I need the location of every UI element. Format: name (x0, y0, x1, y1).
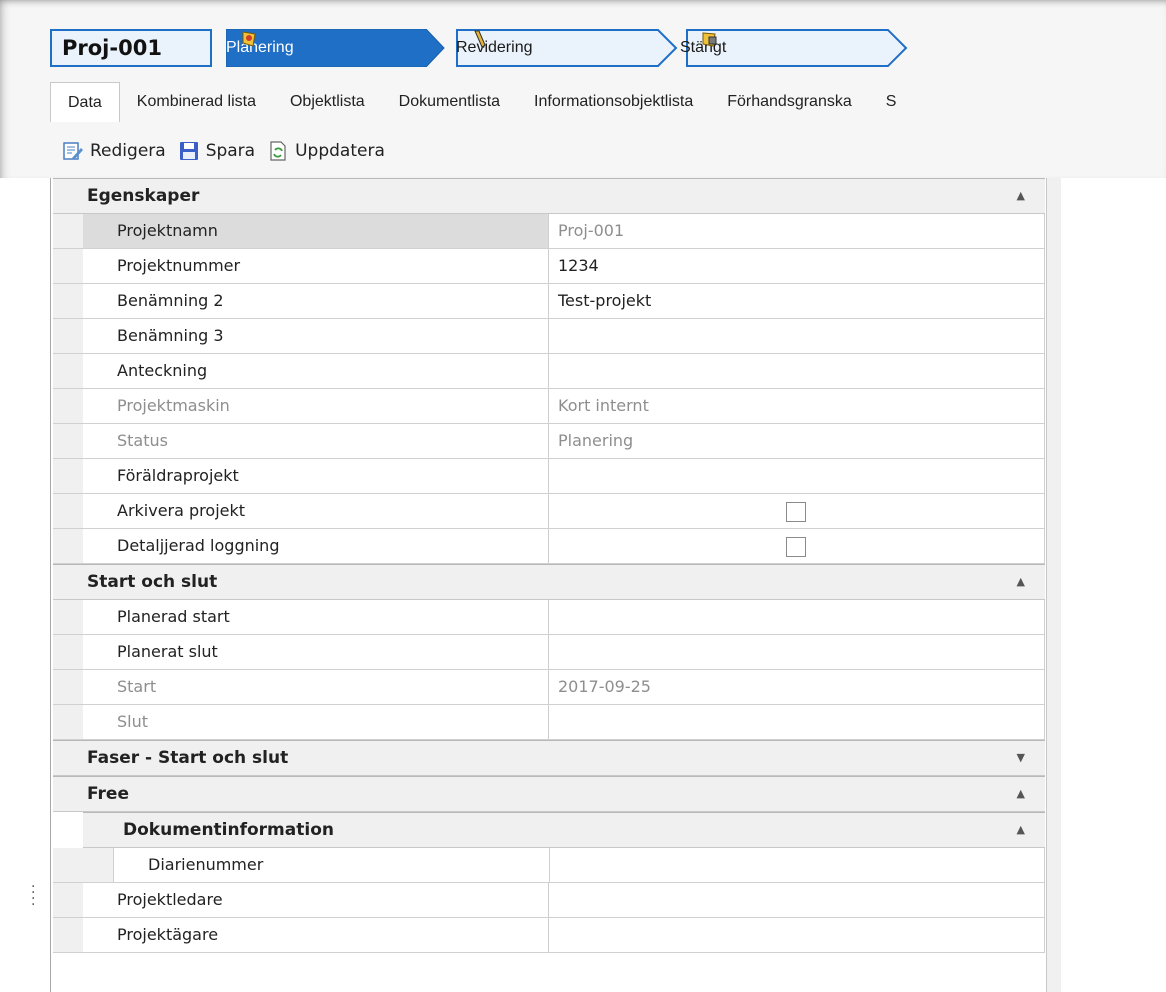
property-value[interactable] (549, 918, 1045, 952)
property-row[interactable]: Projektnamn Proj-001 (53, 214, 1045, 249)
property-value[interactable] (549, 319, 1045, 353)
property-value: 2017-09-25 (549, 670, 1045, 704)
save-label: Spara (205, 141, 256, 161)
property-name: Projektledare (83, 883, 549, 917)
property-row[interactable]: Projektnummer 1234 (53, 249, 1045, 284)
project-id-badge: Proj-001 (50, 29, 212, 67)
refresh-button[interactable]: Uppdatera (267, 140, 385, 162)
property-row[interactable]: Benämning 3 (53, 319, 1045, 354)
category-title: Faser - Start och slut (87, 748, 289, 768)
save-icon (179, 142, 198, 160)
property-row[interactable]: Diarienummer (53, 848, 1045, 883)
property-row: Projektmaskin Kort internt (53, 389, 1045, 424)
edit-icon (63, 142, 83, 160)
tab-bar: Data Kombinerad lista Objektlista Dokume… (50, 82, 913, 122)
property-value (549, 705, 1045, 739)
workflow-step-stangt[interactable]: Stängt (680, 29, 908, 67)
category-title: Dokumentinformation (123, 820, 334, 840)
tab-forhandsgranska[interactable]: Förhandsgranska (710, 82, 869, 122)
category-title: Start och slut (87, 572, 218, 592)
collapse-arrow-icon[interactable]: ▲ (1017, 179, 1025, 213)
property-grid: Egenskaper ▲ Projektnamn Proj-001 Projek… (53, 178, 1045, 953)
property-name: Slut (83, 705, 549, 739)
expand-arrow-icon[interactable]: ▼ (1017, 741, 1025, 775)
edit-label: Redigera (90, 141, 166, 161)
property-name: Projektnamn (83, 214, 549, 248)
property-row: Start 2017-09-25 (53, 670, 1045, 705)
property-value[interactable] (549, 883, 1045, 917)
property-name: Benämning 3 (83, 319, 549, 353)
property-name: Projektnummer (83, 249, 549, 283)
property-row[interactable]: Planerad start (53, 600, 1045, 635)
category-title: Free (87, 784, 129, 804)
property-row[interactable]: Anteckning (53, 354, 1045, 389)
tab-objektlista[interactable]: Objektlista (273, 82, 382, 122)
property-name: Projektägare (83, 918, 549, 952)
workflow-step-planering[interactable]: Planering (226, 29, 446, 67)
property-name: Arkivera projekt (83, 494, 549, 528)
tab-informationsobjektlista[interactable]: Informationsobjektlista (517, 82, 710, 122)
property-name: Diarienummer (114, 848, 550, 882)
property-row[interactable]: Arkivera projekt (53, 494, 1045, 529)
refresh-icon (270, 141, 286, 161)
property-name: Start (83, 670, 549, 704)
flag-shield-icon (242, 31, 256, 47)
tab-data[interactable]: Data (50, 82, 120, 122)
step-label: Revidering (456, 39, 533, 56)
property-row[interactable]: Planerat slut (53, 635, 1045, 670)
property-value: Kort internt (549, 389, 1045, 423)
property-value[interactable] (549, 635, 1045, 669)
property-name: Benämning 2 (83, 284, 549, 318)
property-value (549, 529, 1045, 563)
logging-checkbox[interactable] (786, 537, 806, 557)
property-name: Anteckning (83, 354, 549, 388)
category-faser[interactable]: Faser - Start och slut ▼ (53, 740, 1045, 776)
property-name: Föräldraprojekt (83, 459, 549, 493)
property-row: Slut (53, 705, 1045, 740)
archive-checkbox[interactable] (786, 502, 806, 522)
collapse-arrow-icon[interactable]: ▲ (1017, 777, 1025, 811)
property-row[interactable]: Benämning 2 Test-projekt (53, 284, 1045, 319)
property-row[interactable]: Projektledare (53, 883, 1045, 918)
tab-dokumentlista[interactable]: Dokumentlista (382, 82, 517, 122)
tab-overflow[interactable]: S (869, 82, 914, 122)
property-row: Status Planering (53, 424, 1045, 459)
property-value: Planering (549, 424, 1045, 458)
tab-kombinerad-lista[interactable]: Kombinerad lista (120, 82, 273, 122)
pencil-icon (474, 30, 486, 48)
property-value[interactable]: Proj-001 (549, 214, 1045, 248)
lock-shield-icon (702, 32, 717, 47)
property-name: Planerat slut (83, 635, 549, 669)
refresh-label: Uppdatera (295, 141, 385, 161)
property-value[interactable]: 1234 (549, 249, 1045, 283)
grid-scroll-area[interactable] (1046, 178, 1061, 992)
splitter-grip-icon[interactable]: · · · · (31, 880, 35, 912)
property-value[interactable] (549, 600, 1045, 634)
property-value[interactable] (549, 459, 1045, 493)
workflow-step-revidering[interactable]: Revidering (456, 29, 678, 67)
property-value[interactable] (550, 848, 1045, 882)
property-row[interactable]: Föräldraprojekt (53, 459, 1045, 494)
property-value (549, 494, 1045, 528)
collapse-arrow-icon[interactable]: ▲ (1017, 813, 1025, 847)
property-name: Status (83, 424, 549, 458)
property-name: Planerad start (83, 600, 549, 634)
property-name: Detaljjerad loggning (83, 529, 549, 563)
save-button[interactable]: Spara (178, 140, 255, 162)
property-value[interactable]: Test-projekt (549, 284, 1045, 318)
collapse-arrow-icon[interactable]: ▲ (1017, 565, 1025, 599)
edit-button[interactable]: Redigera (62, 140, 166, 162)
category-title: Egenskaper (87, 186, 200, 206)
category-egenskaper[interactable]: Egenskaper ▲ (53, 178, 1045, 214)
category-free[interactable]: Free ▲ (53, 776, 1045, 812)
property-value[interactable] (549, 354, 1045, 388)
category-start-och-slut[interactable]: Start och slut ▲ (53, 564, 1045, 600)
property-name: Projektmaskin (83, 389, 549, 423)
property-row[interactable]: Detaljjerad loggning (53, 529, 1045, 564)
property-row[interactable]: Projektägare (53, 918, 1045, 953)
toolbar: Redigera Spara Uppdatera (62, 136, 397, 166)
category-dokumentinformation[interactable]: Dokumentinformation ▲ (83, 812, 1045, 848)
